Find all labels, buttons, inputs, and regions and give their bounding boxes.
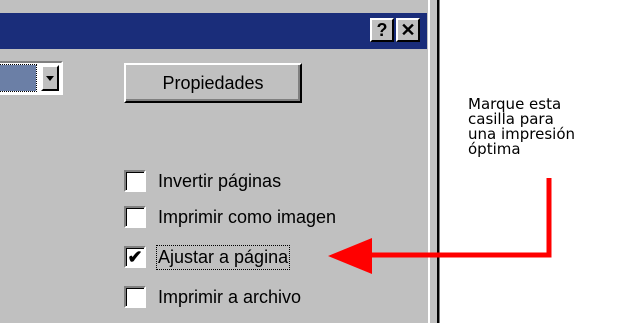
callout-arrowhead [328,238,372,274]
callout-arrow-line [366,178,552,258]
callout-arrow [328,178,552,274]
